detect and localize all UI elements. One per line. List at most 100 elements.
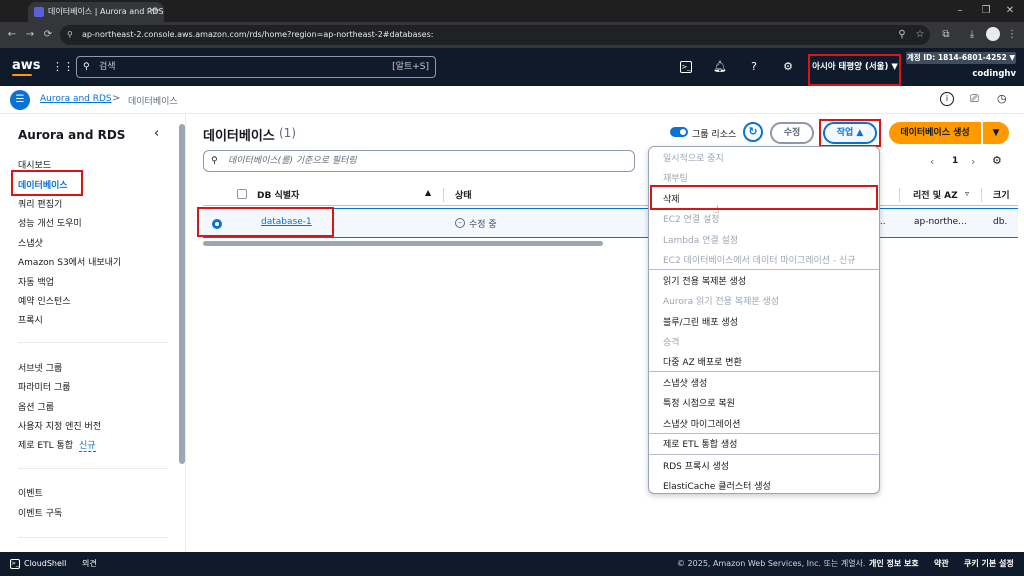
breadcrumb-chevron-icon: >: [112, 93, 121, 104]
info-icon[interactable]: i: [940, 92, 954, 106]
refresh-icon[interactable]: ↻: [743, 122, 763, 142]
services-grid-icon[interactable]: ⋮⋮⋮: [52, 59, 85, 75]
cloudshell-icon[interactable]: >_: [680, 61, 692, 73]
menu-item-create-zero-etl[interactable]: 제로 ETL 통합 생성: [663, 437, 737, 450]
sidebar-item-proxies[interactable]: 프록시: [18, 313, 43, 326]
sidebar-item-zero-etl[interactable]: 제로 ETL 통합: [18, 438, 73, 451]
search-icon: ⚲: [83, 62, 90, 72]
url-field[interactable]: ⚲ ap-northeast-2.console.aws.amazon.com/…: [60, 25, 930, 45]
column-header-size[interactable]: 크기: [993, 188, 1010, 201]
column-header-status[interactable]: 상태: [455, 188, 472, 201]
collapse-sidebar-icon[interactable]: ‹: [154, 126, 159, 141]
table-horizontal-scrollbar[interactable]: [203, 241, 603, 246]
sidebar-item-reserved-instances[interactable]: 예약 인스턴스: [18, 294, 71, 307]
new-tab-icon[interactable]: +: [148, 3, 164, 19]
sidebar-item-parameter-groups[interactable]: 파라미터 그룹: [18, 380, 71, 393]
menu-item-create-elasticache[interactable]: ElastiCache 클러스터 생성: [663, 479, 771, 492]
table-settings-gear-icon[interactable]: ⚙: [992, 154, 1002, 167]
sidebar-item-events[interactable]: 이벤트: [18, 486, 43, 499]
sort-icon[interactable]: ▿: [965, 189, 969, 198]
help-icon[interactable]: ?: [746, 59, 762, 75]
table-header: DB 식별자 ▲ 상태 리전 및 AZ ▿ 크기: [203, 182, 1018, 206]
cookie-preferences-link[interactable]: 쿠키 기본 설정: [964, 552, 1014, 576]
close-window-icon[interactable]: ✕: [1002, 3, 1018, 19]
next-page-icon[interactable]: ›: [971, 155, 975, 168]
delete-item-highlight: [650, 185, 878, 210]
column-header-region-az[interactable]: 리전 및 AZ: [913, 188, 958, 201]
menu-item-reboot[interactable]: 재부팅: [663, 171, 688, 184]
page-number[interactable]: 1: [952, 156, 958, 166]
username[interactable]: codinghv: [972, 69, 1016, 79]
page-title: 데이터베이스: [203, 129, 275, 144]
back-icon[interactable]: ←: [4, 27, 20, 43]
settings-gear-icon[interactable]: ⚙: [780, 59, 796, 75]
column-header-db-identifier[interactable]: DB 식별자: [257, 188, 299, 201]
sidebar-item-option-groups[interactable]: 옵션 그룹: [18, 400, 54, 413]
expand-all-icon[interactable]: [237, 189, 247, 199]
terms-link[interactable]: 약관: [934, 552, 949, 576]
menu-item-lambda-connection[interactable]: Lambda 연결 설정: [663, 233, 738, 246]
modify-button[interactable]: 수정: [770, 122, 814, 144]
column-separator: [899, 188, 900, 202]
sidebar-item-s3-exports[interactable]: Amazon S3에서 내보내기: [18, 255, 121, 268]
breadcrumb-root[interactable]: Aurora and RDS: [40, 94, 112, 104]
filter-input[interactable]: ⚲ 데이터베이스(를) 기준으로 필터링: [203, 150, 635, 172]
menu-item-create-rds-proxy[interactable]: RDS 프록시 생성: [663, 459, 729, 472]
menu-item-migrate-snapshot[interactable]: 스냅샷 마이그레이션: [663, 417, 740, 430]
minimize-icon[interactable]: –: [952, 3, 968, 19]
create-dropdown-caret-icon[interactable]: ▼: [983, 122, 1009, 144]
sidebar-item-performance-insights[interactable]: 성능 개선 도우미: [18, 216, 82, 229]
region-highlight: [808, 54, 901, 86]
sidebar-item-query-editor[interactable]: 쿼리 편집기: [18, 197, 62, 210]
browser-address-bar: ← → ⟳ ⚲ ap-northeast-2.console.aws.amazo…: [0, 22, 1024, 48]
footer: >_ CloudShell 의견 © 2025, Amazon Web Serv…: [0, 552, 1024, 576]
menu-item-restore-point-in-time[interactable]: 특정 시점으로 복원: [663, 396, 735, 409]
sidebar-scrollbar[interactable]: [179, 124, 185, 464]
bookmark-star-icon[interactable]: ☆: [912, 27, 928, 43]
group-resources-toggle[interactable]: [670, 127, 688, 137]
clock-icon[interactable]: ◷: [997, 92, 1007, 105]
column-separator: [981, 188, 982, 202]
privacy-link[interactable]: 개인 정보 보호: [869, 552, 919, 576]
extensions-icon[interactable]: ⧉: [938, 27, 954, 43]
feedback-link[interactable]: 의견: [82, 552, 97, 576]
menu-item-create-aurora-read-replica[interactable]: Aurora 읽기 전용 복제본 생성: [663, 294, 779, 307]
sidebar-item-event-subscriptions[interactable]: 이벤트 구독: [18, 506, 62, 519]
notifications-bell-icon[interactable]: 🔔︎: [712, 59, 728, 75]
download-icon[interactable]: ⤓: [964, 27, 980, 43]
sidebar-item-automated-backups[interactable]: 자동 백업: [18, 275, 54, 288]
menu-item-convert-multi-az[interactable]: 다중 AZ 배포로 변환: [663, 355, 742, 368]
menu-item-ec2-connection[interactable]: EC2 연결 설정: [663, 212, 720, 225]
hamburger-menu-icon[interactable]: ☰: [10, 90, 30, 110]
site-info-icon[interactable]: ⚲: [67, 25, 73, 45]
menu-item-create-read-replica[interactable]: 읽기 전용 복제본 생성: [663, 274, 746, 287]
restore-icon[interactable]: ❐: [978, 3, 994, 19]
zoom-icon[interactable]: ⚲: [894, 27, 910, 43]
region-az-cell: ap-northe...: [914, 217, 967, 227]
menu-item-take-snapshot[interactable]: 스냅샷 생성: [663, 376, 707, 389]
copyright-text: © 2025, Amazon Web Services, Inc. 또는 계열사…: [677, 559, 866, 568]
menu-item-stop-temporarily[interactable]: 일시적으로 중지: [663, 151, 724, 164]
sidebar-item-snapshots[interactable]: 스냅샷: [18, 236, 43, 249]
sidebar-item-subnet-groups[interactable]: 서브넷 그룹: [18, 361, 62, 374]
search-input[interactable]: ⚲ 검색 [알트+S]: [76, 56, 436, 78]
new-badge[interactable]: 신규: [79, 438, 96, 452]
forward-icon[interactable]: →: [22, 27, 38, 43]
create-database-button[interactable]: 데이터베이스 생성: [889, 122, 981, 144]
tab-favicon-icon: [34, 7, 44, 17]
cloudshell-link[interactable]: CloudShell: [24, 552, 66, 576]
feedback-monitor-icon[interactable]: ⎚: [970, 92, 979, 106]
account-menu[interactable]: 계정 ID: 1814-6801-4252 ▼: [906, 52, 1016, 64]
reload-icon[interactable]: ⟳: [40, 27, 56, 43]
sort-ascending-icon[interactable]: ▲: [425, 188, 431, 197]
browser-menu-icon[interactable]: ⋮: [1004, 27, 1020, 43]
menu-item-create-blue-green[interactable]: 블루/그린 배포 생성: [663, 315, 738, 328]
prev-page-icon[interactable]: ‹: [930, 155, 934, 168]
profile-avatar[interactable]: [986, 27, 1000, 41]
aws-logo[interactable]: aws: [12, 58, 41, 73]
menu-item-promote[interactable]: 승격: [663, 335, 680, 348]
sidebar-item-custom-engine-versions[interactable]: 사용자 지정 엔진 버전: [18, 419, 101, 432]
cloudshell-footer-icon[interactable]: >_: [10, 559, 20, 569]
browser-tab-bar: 데이터베이스 | Aurora and RDS × + – ❐ ✕: [0, 0, 1024, 22]
menu-item-ec2-migration[interactable]: EC2 데이터베이스에서 데이터 마이그레이션 - 신규: [663, 253, 856, 266]
